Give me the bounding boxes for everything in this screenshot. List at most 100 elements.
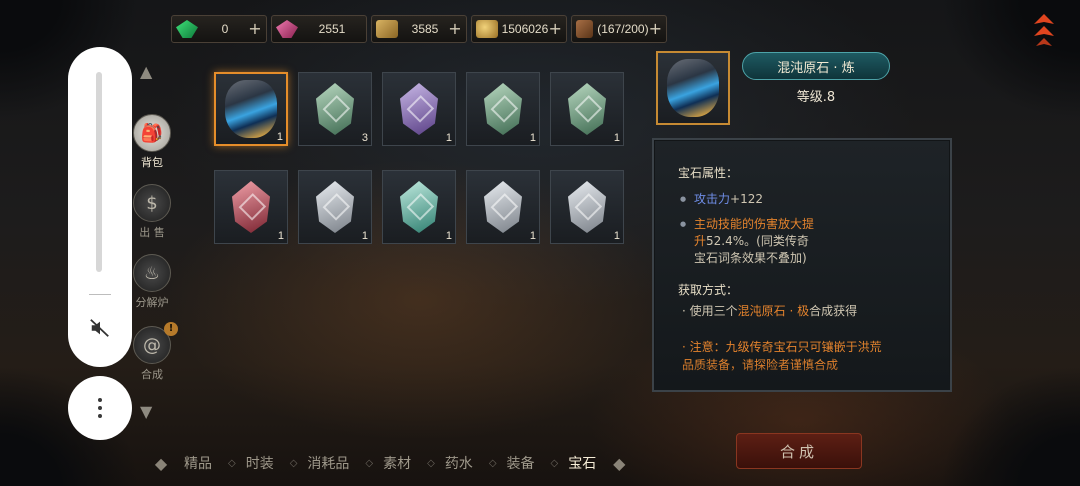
chaos-stone-icon (667, 59, 719, 117)
volume-mute-icon (90, 319, 109, 337)
category-tabs: ◆ 精品 ◇ 时装 ◇ 消耗品 ◇ 素材 ◇ 药水 ◇ 装备 ◇ 宝石 ◆ (146, 449, 634, 477)
nav-scroll-down-icon[interactable]: ▼ (140, 402, 152, 421)
ticket-icon (376, 20, 398, 38)
item-info-panel: 宝石属性： 攻击力+122 主动技能的伤害放大提 升52.4%。(同类传奇 宝石… (652, 138, 952, 392)
add-emerald-button[interactable]: + (248, 21, 262, 37)
nav-label: 出 售 (139, 226, 165, 239)
expand-inventory-button[interactable]: + (649, 21, 662, 37)
diamond-separator-icon: ◇ (550, 457, 559, 469)
gem-slot[interactable]: 1 (466, 170, 540, 244)
red-gem-icon (232, 181, 270, 233)
diamond-separator-icon: ◇ (488, 457, 497, 469)
obtain-method: · 使用三个混沌原石 · 极合成获得 (682, 304, 858, 318)
currency-ticket: 3585 + (371, 15, 467, 43)
item-level: 等级.8 (796, 90, 836, 105)
note-line: · 注意：九级传奇宝石只可镶嵌于洪荒 (682, 340, 882, 354)
attribute-value: 52.4% (706, 234, 745, 248)
more-vertical-icon (98, 398, 102, 418)
gem-slot[interactable]: 1 (550, 72, 624, 146)
purple-gem-icon (400, 83, 438, 135)
attribute-skill-damage: 主动技能的伤害放大提 升52.4%。(同类传奇 宝石词条效果不叠加) (678, 216, 928, 267)
gold-coin-bag-icon (476, 20, 498, 38)
teal-gem-icon (400, 181, 438, 233)
item-quantity: 1 (277, 230, 284, 242)
tabs-left-arrow-icon[interactable]: ◆ (146, 454, 176, 473)
chaos-stone-icon (225, 80, 277, 138)
tab-premium[interactable]: 精品 (176, 453, 220, 473)
selected-item-thumbnail (656, 51, 730, 125)
item-quantity: 1 (276, 131, 283, 143)
item-quantity: 1 (529, 230, 536, 242)
volume-more-button[interactable] (68, 376, 132, 440)
gem-slot[interactable]: 1 (214, 72, 288, 146)
green-gem-icon (316, 83, 354, 135)
gem-slot[interactable]: 3 (298, 72, 372, 146)
emerald-gem-icon (176, 20, 198, 38)
gem-slot[interactable]: 1 (550, 170, 624, 244)
volume-divider (89, 294, 111, 295)
item-quantity: 1 (445, 132, 452, 144)
inventory-bag-icon (576, 20, 594, 38)
nav-label: 合成 (141, 368, 163, 381)
obtain-text: 合成获得 (809, 304, 858, 318)
item-quantity: 3 (361, 132, 368, 144)
currency-bar: 0 + 2551 3585 + 1506026 + (167/200) + (171, 15, 667, 43)
currency-value: 1506026 (501, 22, 549, 36)
gem-grid: 1 3 1 1 1 1 1 1 1 1 (214, 72, 624, 244)
nav-furnace[interactable]: ♨ 分解炉 (128, 254, 176, 310)
gem-slot[interactable]: 1 (382, 170, 456, 244)
nav-label: 分解炉 (135, 296, 169, 309)
synthesize-button[interactable]: 合成 (736, 433, 862, 469)
gem-slot[interactable]: 1 (298, 170, 372, 244)
diamond-separator-icon: ◇ (289, 457, 298, 469)
nav-backpack[interactable]: 🎒 背包 (128, 114, 176, 170)
inventory-capacity: (167/200) + (571, 15, 667, 43)
diamond-separator-icon: ◇ (365, 457, 374, 469)
item-quantity: 1 (529, 132, 536, 144)
obtain-heading: 获取方式： (678, 283, 739, 297)
attribute-text: 主动技能的伤害放大提 (694, 217, 815, 231)
frame-corner-bottom-right (940, 366, 1080, 486)
attributes-heading: 宝石属性： (678, 166, 739, 180)
tab-materials[interactable]: ◇ 素材 (357, 453, 419, 473)
item-quantity: 1 (361, 230, 368, 242)
alert-badge: ! (164, 322, 178, 336)
tab-potions[interactable]: ◇ 药水 (419, 453, 481, 473)
menu-emblem-icon[interactable] (1022, 8, 1066, 52)
gem-slot[interactable]: 1 (466, 72, 540, 146)
add-gold-button[interactable]: + (548, 21, 562, 37)
attribute-text: 升 (694, 234, 707, 248)
nav-scroll-up-icon[interactable]: ▲ (140, 62, 152, 81)
ruby-gem-icon (276, 20, 298, 38)
backpack-icon: 🎒 (133, 114, 171, 152)
gem-slot[interactable]: 1 (214, 170, 288, 244)
diamond-separator-icon: ◇ (228, 457, 236, 469)
tabs-right-arrow-icon[interactable]: ◆ (604, 454, 634, 473)
item-quantity: 1 (613, 230, 620, 242)
add-ticket-button[interactable]: + (448, 21, 462, 37)
attribute-note: 。(同类传奇 (744, 234, 809, 248)
scroll-fade (654, 364, 950, 390)
currency-value: (167/200) (597, 22, 649, 36)
green-gem-icon (484, 83, 522, 135)
nav-sell[interactable]: $ 出 售 (128, 184, 176, 240)
currency-value: 2551 (318, 22, 346, 36)
tab-consumables[interactable]: ◇ 消耗品 (282, 453, 358, 473)
attribute-attack: 攻击力+122 (678, 191, 928, 208)
nav-label: 背包 (141, 156, 163, 169)
tab-equipment[interactable]: ◇ 装备 (481, 453, 543, 473)
tab-gems[interactable]: ◇ 宝石 (543, 453, 605, 473)
obtain-item: 混沌原石 · 极 (737, 304, 810, 318)
gem-slot[interactable]: 1 (382, 72, 456, 146)
volume-slider[interactable] (96, 72, 102, 272)
item-quantity: 1 (613, 132, 620, 144)
currency-gold: 1506026 + (471, 15, 567, 43)
white-gem-icon (568, 181, 606, 233)
obtain-text: 使用三个 (689, 304, 738, 318)
currency-emerald: 0 + (171, 15, 267, 43)
mute-toggle[interactable] (86, 316, 114, 340)
furnace-icon: ♨ (133, 254, 171, 292)
white-gem-icon (484, 181, 522, 233)
tab-fashion[interactable]: ◇ 时装 (220, 453, 282, 473)
item-name: 混沌原石 · 炼 (742, 52, 890, 80)
